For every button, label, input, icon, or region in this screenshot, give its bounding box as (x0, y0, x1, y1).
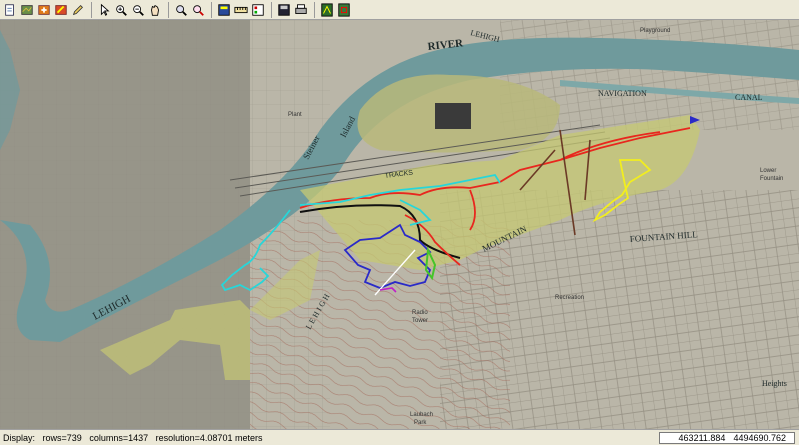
map-view-button[interactable] (319, 2, 335, 18)
save-icon (278, 3, 290, 16)
open-map-button[interactable] (19, 2, 35, 18)
pencil-button[interactable] (70, 2, 86, 18)
label-tower: Tower (412, 318, 428, 324)
coord-y: 4494690.762 (733, 432, 786, 443)
label-recreation: Recreation (555, 295, 584, 301)
pointer-icon (100, 3, 110, 16)
add-layer-button[interactable] (36, 2, 52, 18)
zoom-in-button[interactable] (113, 2, 129, 18)
toolbar-separator (211, 1, 212, 18)
display-info: Display: rows=739 columns=1437 resolutio… (0, 433, 659, 443)
zoom-out-icon (133, 4, 144, 16)
toolbar-separator (168, 1, 169, 18)
label-radio: Radio (412, 310, 428, 316)
print-button[interactable] (293, 2, 309, 18)
plant-building (435, 103, 471, 129)
coord-x: 463211.884 (678, 432, 726, 443)
label-fountain: Fountain (760, 176, 783, 182)
overview-icon (338, 2, 350, 17)
query-button[interactable] (216, 2, 232, 18)
pan-hand-icon (151, 4, 159, 16)
toolbar (0, 0, 799, 20)
zoom-previous-icon (193, 4, 204, 16)
toolbar-separator (271, 1, 272, 18)
resolution-value: resolution=4.08701 meters (155, 432, 263, 443)
rows-value: rows=739 (42, 432, 82, 443)
zoom-extent-button[interactable] (173, 2, 189, 18)
add-layer-icon (38, 4, 50, 15)
zoom-previous-button[interactable] (190, 2, 206, 18)
label-laubach: Laubach (410, 412, 433, 418)
map-svg[interactable]: RIVER LEHIGH NAVIGATION CANAL Steiner Is… (0, 20, 799, 429)
measure-button[interactable] (233, 2, 249, 18)
edit-layer-icon (55, 4, 67, 15)
measure-icon (234, 6, 248, 13)
toolbar-separator (314, 1, 315, 18)
open-map-icon (21, 4, 33, 15)
label-park: Park (414, 420, 427, 426)
save-button[interactable] (276, 2, 292, 18)
print-icon (295, 3, 307, 14)
zoom-in-icon (116, 4, 127, 16)
legend-button[interactable] (250, 2, 266, 18)
label-canal: CANAL (735, 93, 763, 102)
label-playground: Playground (640, 28, 670, 34)
legend-icon (252, 3, 264, 16)
overview-button[interactable] (336, 2, 352, 18)
coordinate-readout: 463211.884 4494690.762 (659, 431, 795, 444)
zoom-out-button[interactable] (130, 2, 146, 18)
label-plant: Plant (288, 112, 302, 118)
display-label: Display: (3, 432, 36, 443)
label-navigation: NAVIGATION (598, 89, 647, 98)
status-bar: Display: rows=739 columns=1437 resolutio… (0, 429, 799, 445)
pointer-button[interactable] (96, 2, 112, 18)
zoom-extent-icon (176, 4, 187, 16)
label-lower: Lower (760, 168, 776, 174)
query-icon (218, 3, 230, 16)
edit-layer-button[interactable] (53, 2, 69, 18)
columns-value: columns=1437 (89, 432, 149, 443)
new-file-button[interactable] (2, 2, 18, 18)
label-heights: Heights (762, 379, 787, 388)
toolbar-separator (91, 1, 92, 18)
pencil-icon (72, 4, 83, 15)
map-view-icon (321, 2, 333, 17)
new-file-icon (5, 3, 14, 16)
map-canvas[interactable]: RIVER LEHIGH NAVIGATION CANAL Steiner Is… (0, 20, 799, 429)
pan-hand-button[interactable] (147, 2, 163, 18)
